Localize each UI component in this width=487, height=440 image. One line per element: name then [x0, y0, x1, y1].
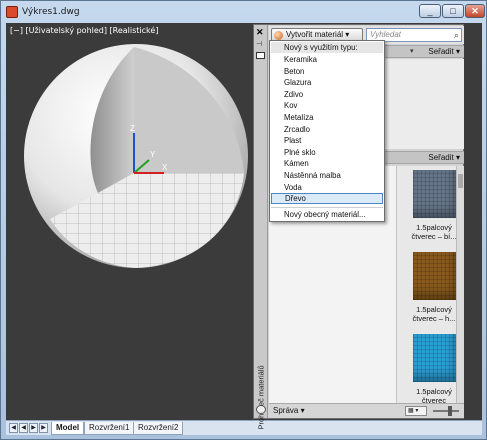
- layout-tabs: ◀ ◀ ▶ ▶ Model Rozvržení1 Rozvržení2: [6, 420, 482, 435]
- material-caption: 1.5palcový čtverec – h...: [412, 305, 456, 323]
- palette-title-strip[interactable]: ✕ ⊣ Prohlížeč materiálů: [254, 25, 268, 430]
- close-button[interactable]: ✕: [465, 4, 485, 18]
- sort-button[interactable]: Seřadit ▾: [428, 47, 460, 56]
- chevron-down-icon[interactable]: ▾: [410, 47, 414, 55]
- palette-title: Prohlížeč materiálů: [256, 365, 266, 430]
- viewport-controls-label[interactable]: [−] [Uživatelský pohled] [Realistické]: [10, 26, 158, 35]
- search-icon: ⌕: [453, 30, 459, 40]
- library-scrollbar[interactable]: [456, 166, 464, 403]
- next-tab-button[interactable]: ▶: [29, 423, 38, 433]
- material-thumbnail[interactable]: [413, 170, 461, 218]
- first-tab-button[interactable]: ◀: [9, 423, 18, 433]
- menu-item[interactable]: Voda: [271, 182, 383, 193]
- axis-z-label: Z: [130, 124, 135, 133]
- menu-item-new-generic[interactable]: Nový obecný materiál...: [271, 209, 383, 220]
- search-placeholder: Vyhledat: [370, 30, 401, 39]
- palette-settings-icon[interactable]: [256, 405, 266, 414]
- menu-item[interactable]: Dřevo: [271, 193, 383, 205]
- menu-item[interactable]: Nástěnná malba: [271, 170, 383, 181]
- library-thumbnails: 1.5palcový čtverec – bí... 1.5palcový čt…: [401, 166, 461, 405]
- menu-item[interactable]: Keramika: [271, 54, 383, 65]
- prev-tab-button[interactable]: ◀: [19, 423, 28, 433]
- menu-item[interactable]: Zdivo: [271, 89, 383, 100]
- minimize-button[interactable]: _: [419, 4, 441, 18]
- palette-footer: Správa ▾ ▦ ▾: [269, 403, 464, 418]
- menu-header: Nový s využitím typu:: [271, 42, 383, 53]
- tab-model[interactable]: Model: [51, 422, 85, 435]
- slider-knob[interactable]: [448, 406, 452, 416]
- tab-layout2[interactable]: Rozvržení2: [133, 422, 184, 435]
- menu-item[interactable]: Plné sklo: [271, 147, 383, 158]
- drawing-file-icon: [6, 6, 18, 18]
- palette-close-icon[interactable]: ✕: [256, 27, 264, 38]
- thumbnail-size-slider[interactable]: [433, 410, 459, 412]
- auto-hide-icon[interactable]: ⊣: [256, 40, 262, 48]
- tab-layout1[interactable]: Rozvržení1: [84, 422, 135, 435]
- menu-item[interactable]: Metalíza: [271, 112, 383, 123]
- title-bar: Výkres1.dwg _ □ ✕: [1, 1, 486, 23]
- material-thumbnail[interactable]: [413, 334, 461, 382]
- axis-y-label: Y: [150, 150, 156, 159]
- window-title: Výkres1.dwg: [22, 7, 80, 17]
- maximize-button[interactable]: □: [442, 4, 464, 18]
- properties-icon[interactable]: [256, 52, 265, 59]
- menu-separator: [271, 207, 383, 208]
- manage-button[interactable]: Správa ▾: [273, 406, 305, 415]
- last-tab-button[interactable]: ▶: [39, 423, 48, 433]
- menu-item[interactable]: Kámen: [271, 158, 383, 169]
- material-sphere-icon: [274, 31, 283, 40]
- menu-item[interactable]: Zrcadlo: [271, 124, 383, 135]
- menu-item[interactable]: Beton: [271, 66, 383, 77]
- create-material-arrow: ▾: [345, 30, 350, 39]
- create-material-label: Vytvořit materiál: [286, 30, 344, 39]
- create-material-menu: Nový s využitím typu: Keramika Beton Glazu…: [269, 40, 385, 222]
- app-window: Výkres1.dwg _ □ ✕ Z Y X [−] [Uživatelský…: [0, 0, 487, 440]
- material-caption: 1.5palcový čtverec – bí...: [411, 223, 457, 241]
- library-sort-button[interactable]: Seřadit ▾: [428, 153, 460, 162]
- menu-item[interactable]: Kov: [271, 100, 383, 111]
- axis-x-label: X: [162, 163, 168, 172]
- material-thumbnail[interactable]: [413, 252, 461, 300]
- menu-item[interactable]: Glazura: [271, 77, 383, 88]
- view-mode-button[interactable]: ▦ ▾: [405, 406, 427, 416]
- menu-item[interactable]: Plast: [271, 135, 383, 146]
